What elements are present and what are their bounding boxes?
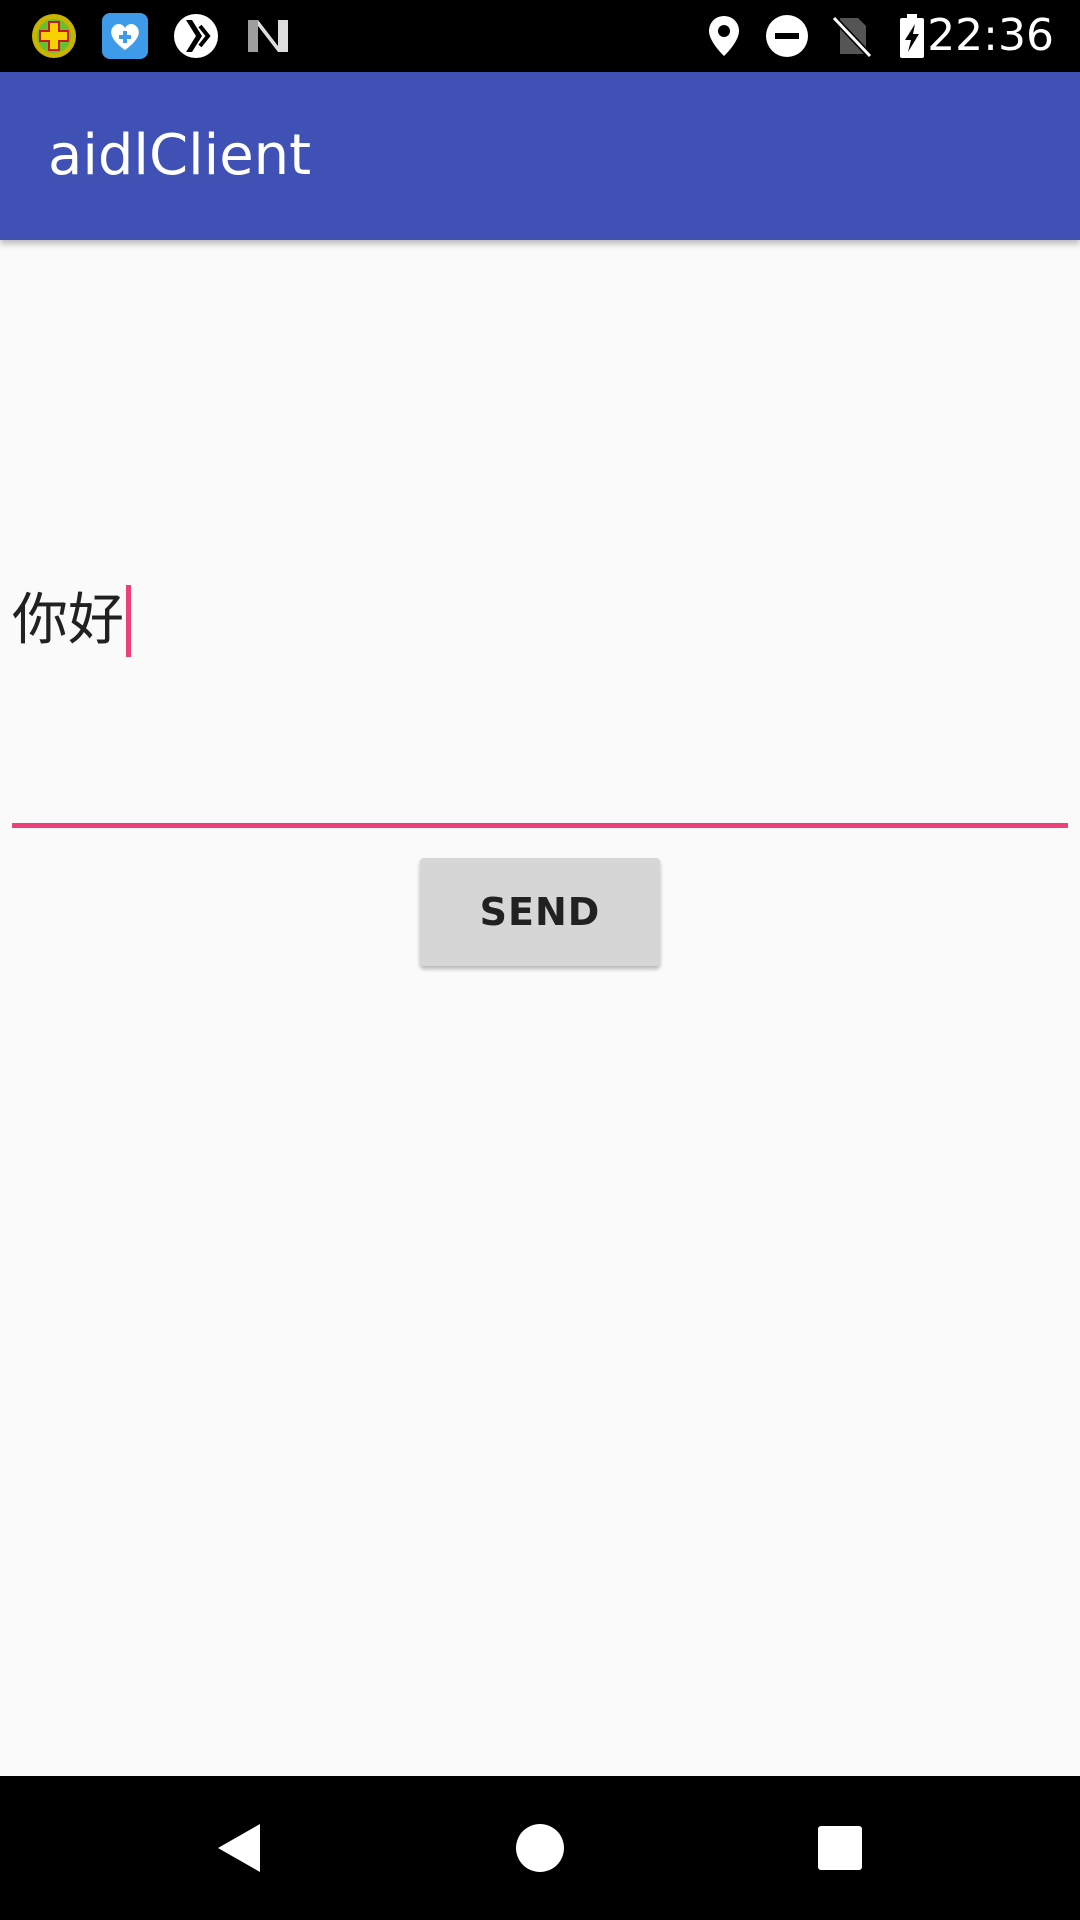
- message-input-row: 你好: [12, 585, 131, 657]
- text-cursor: [126, 585, 131, 657]
- location-icon: [709, 16, 739, 56]
- back-icon: [218, 1824, 260, 1872]
- back-button[interactable]: [150, 1776, 330, 1920]
- navigation-bar: [0, 1776, 1080, 1920]
- status-bar: 22:36: [0, 0, 1080, 72]
- recents-button[interactable]: [750, 1776, 930, 1920]
- home-button[interactable]: [450, 1776, 630, 1920]
- message-input-value: 你好: [12, 588, 124, 653]
- no-sim-icon: [831, 15, 873, 59]
- main-content: 你好 SEND: [0, 240, 1080, 1776]
- sync-icon: [174, 14, 218, 58]
- home-icon: [516, 1824, 564, 1872]
- screen: 22:36 aidlClient 你好 SEND: [0, 0, 1080, 1920]
- app-notification-icon: [32, 14, 76, 58]
- app-bar: aidlClient: [0, 72, 1080, 240]
- app-title: aidlClient: [48, 123, 312, 188]
- n-logo-icon: [248, 20, 288, 52]
- do-not-disturb-icon: [766, 15, 808, 57]
- health-app-icon: [102, 13, 148, 59]
- send-button[interactable]: SEND: [420, 858, 660, 966]
- status-clock: 22:36: [927, 10, 1054, 61]
- input-underline: [12, 823, 1068, 828]
- recents-icon: [818, 1826, 862, 1870]
- message-input[interactable]: 你好: [12, 400, 1068, 828]
